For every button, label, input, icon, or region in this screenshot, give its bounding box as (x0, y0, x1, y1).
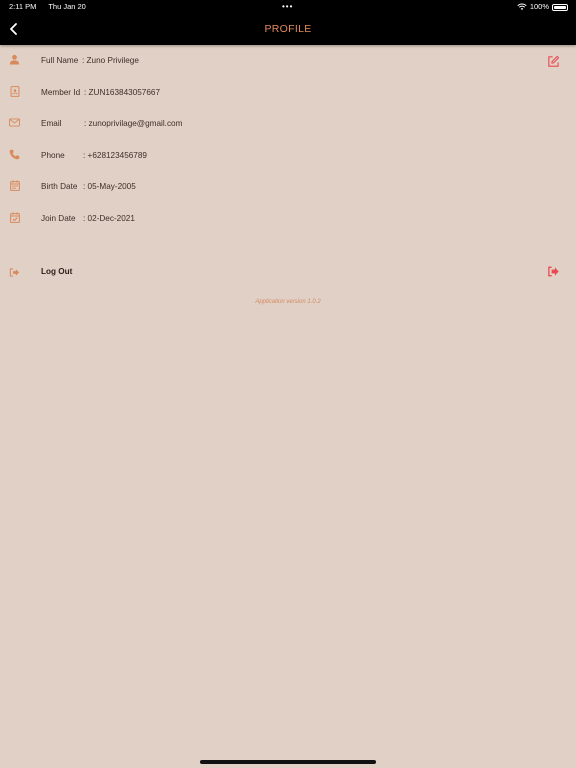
edit-profile-button[interactable] (547, 55, 560, 68)
status-left: 2:11 PM Thu Jan 20 (9, 0, 96, 14)
multitasking-dots[interactable]: ••• (282, 0, 293, 14)
full-name-label: Full Name (41, 56, 79, 65)
battery-icon (552, 3, 568, 11)
member-id-label: Member Id (41, 87, 81, 97)
phone-value: : +628123456789 (83, 150, 147, 160)
email-label: Email (41, 119, 62, 128)
envelope-icon (9, 117, 20, 128)
nav-bar: PROFILE (0, 14, 576, 45)
calendar-icon (9, 180, 20, 191)
birth-date-label: Birth Date (41, 182, 78, 191)
member-card-icon (9, 85, 20, 97)
profile-row-join-date: Join Date : 02-Dec-2021 (0, 203, 576, 235)
logout-row[interactable]: Log Out (0, 262, 576, 282)
join-date-label: Join Date (41, 213, 76, 223)
logout-row-icon (9, 265, 20, 277)
profile-list: Full Name : Zuno Privilege Member Id : Z… (0, 45, 576, 234)
join-date-value: : 02-Dec-2021 (83, 213, 135, 223)
profile-row-birth-date: Birth Date : 05-May-2005 (0, 171, 576, 203)
profile-row-email: Email : zunoprivilage@gmail.com (0, 108, 576, 140)
phone-label: Phone (41, 150, 65, 160)
page-title: PROFILE (264, 23, 312, 35)
status-date: Thu Jan 20 (48, 2, 86, 11)
logout-label[interactable]: Log Out (41, 267, 72, 276)
profile-row-member-id: Member Id : ZUN163843057667 (0, 77, 576, 109)
wifi-icon (517, 3, 527, 10)
profile-row-full-name: Full Name : Zuno Privilege (0, 45, 576, 77)
app-version: Application version 1.0.2 (255, 299, 321, 305)
phone-icon (9, 149, 20, 160)
birth-date-value: : 05-May-2005 (83, 182, 136, 191)
email-value: : zunoprivilage@gmail.com (84, 119, 183, 128)
member-id-value: : ZUN163843057667 (84, 87, 161, 97)
status-time: 2:11 PM (9, 2, 37, 11)
status-bar: 2:11 PM Thu Jan 20 ••• 100% (0, 0, 576, 14)
logout-button[interactable] (547, 265, 560, 278)
logout-icon (548, 266, 559, 277)
edit-icon (548, 55, 560, 67)
calendar-check-icon (9, 211, 20, 223)
full-name-value: : Zuno Privilege (82, 56, 139, 65)
profile-row-phone: Phone : +628123456789 (0, 140, 576, 172)
battery-percent: 100% (529, 2, 549, 11)
status-right: 100% (517, 0, 568, 14)
user-icon (9, 54, 20, 65)
home-indicator[interactable] (200, 760, 376, 764)
